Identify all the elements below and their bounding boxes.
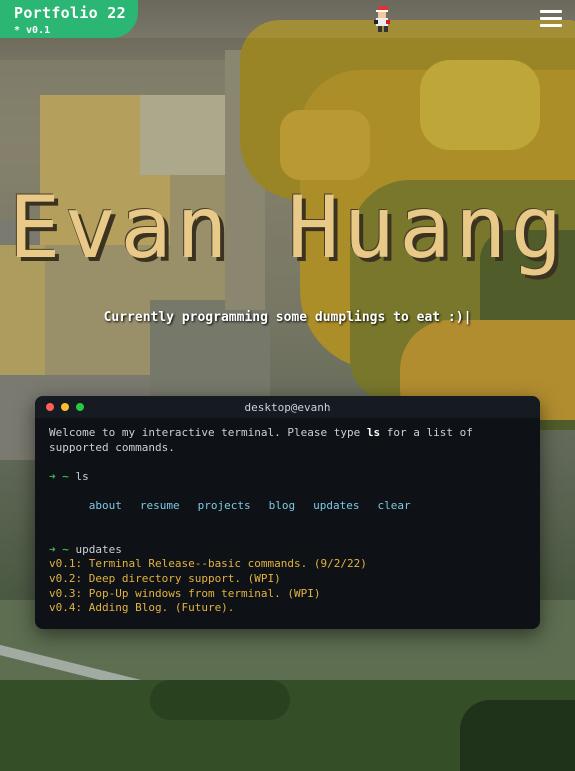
prompt-line-updates: ➜ ~ updates [49,542,122,556]
ls-item-blog[interactable]: blog [269,499,296,512]
hamburger-menu-icon[interactable] [540,10,562,28]
ls-item-projects[interactable]: projects [198,499,251,512]
brand-title: Portfolio 22 [14,4,126,22]
terminal-titlebar: desktop@evanh [35,396,540,418]
brand-badge[interactable]: Portfolio 22 * v0.1 [0,0,138,38]
update-entry: v0.2: Deep directory support. (WPI) [49,571,281,585]
ls-item-clear[interactable]: clear [377,499,410,512]
ls-item-about[interactable]: about [89,499,122,512]
ls-item-updates[interactable]: updates [313,499,359,512]
top-header: Portfolio 22 * v0.1 [0,0,575,38]
prompt-line-ls: ➜ ~ ls [49,469,89,483]
background-scene [0,0,575,771]
update-entry: v0.4: Adding Blog. (Future). [49,601,235,615]
terminal-window[interactable]: desktop@evanh Welcome to my interactive … [35,396,540,629]
welcome-message: Welcome to my interactive terminal. Plea… [49,426,480,454]
hero-name: Evan Huang [8,178,567,278]
update-entry: v0.1: Terminal Release--basic commands. … [49,557,367,571]
ls-output: about resume projects blog updates clear [49,484,526,528]
terminal-output[interactable]: Welcome to my interactive terminal. Plea… [35,418,540,629]
brand-version: * v0.1 [14,25,51,36]
update-entry: v0.3: Pop-Up windows from terminal. (WPI… [49,586,321,600]
ls-item-resume[interactable]: resume [140,499,180,512]
pixel-character-icon[interactable] [372,6,394,34]
hero-tagline: Currently programming some dumplings to … [103,310,472,325]
terminal-title: desktop@evanh [244,401,331,414]
